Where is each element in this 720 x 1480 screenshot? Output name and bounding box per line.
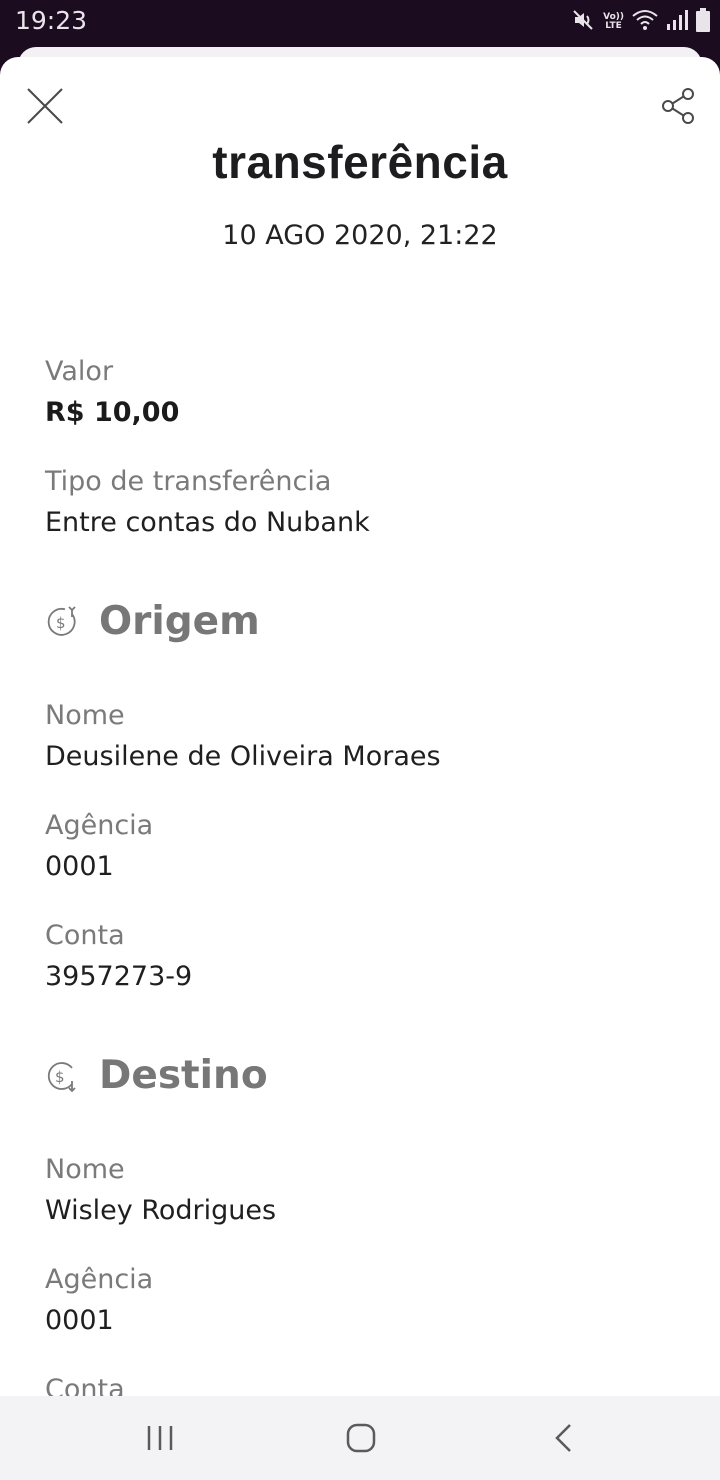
value-amount: R$ 10,00: [45, 397, 180, 428]
destination-account-label: Conta: [45, 1374, 125, 1396]
status-bar: 19:23 Vo)) LTE: [0, 0, 720, 48]
page-title: transferência: [212, 136, 508, 188]
destination-agency-value: 0001: [45, 1305, 114, 1336]
close-button[interactable]: [24, 85, 66, 127]
value-label: Valor: [45, 356, 114, 387]
wifi-icon: [632, 9, 658, 35]
svg-text:$: $: [56, 614, 66, 632]
share-icon: [662, 88, 694, 124]
signal-icon: [666, 9, 688, 35]
transfer-datetime: 10 AGO 2020, 21:22: [222, 220, 498, 251]
money-out-icon: $: [47, 605, 76, 636]
transfer-type-label: Tipo de transferência: [45, 466, 332, 497]
destination-agency-label: Agência: [45, 1264, 154, 1295]
close-icon: [27, 88, 63, 124]
destination-name-value: Wisley Rodrigues: [45, 1195, 277, 1226]
origin-agency-label: Agência: [45, 810, 154, 841]
lte-label: LTE: [605, 21, 622, 31]
volte-icon: Vo)) LTE: [603, 13, 624, 31]
origin-account-label: Conta: [45, 920, 125, 951]
origin-agency-value: 0001: [45, 851, 114, 882]
mute-icon: [571, 8, 595, 36]
origin-name-value: Deusilene de Oliveira Moraes: [45, 741, 441, 772]
transfer-type-value: Entre contas do Nubank: [45, 507, 370, 538]
home-icon: [346, 1423, 376, 1453]
battery-icon: [696, 8, 710, 36]
destination-title: Destino: [99, 1053, 268, 1098]
system-nav-bar: [0, 1396, 720, 1480]
transfer-receipt-sheet[interactable]: transferência 10 AGO 2020, 21:22 Valor R…: [0, 57, 720, 1396]
share-button[interactable]: [660, 87, 698, 125]
money-in-icon: $: [47, 1061, 76, 1092]
origin-title: Origem: [99, 599, 260, 644]
recents-icon: [147, 1426, 173, 1450]
back-icon: [555, 1424, 571, 1452]
status-icons: Vo)) LTE: [571, 8, 710, 36]
svg-text:$: $: [55, 1068, 65, 1086]
origin-section-header: $ Origem: [45, 599, 260, 644]
destination-name-label: Nome: [45, 1154, 125, 1185]
status-time: 19:23: [15, 6, 88, 35]
home-button[interactable]: [341, 1418, 381, 1458]
back-button[interactable]: [544, 1418, 584, 1458]
origin-account-value: 3957273-9: [45, 961, 193, 992]
destination-section-header: $ Destino: [45, 1053, 268, 1098]
origin-name-label: Nome: [45, 700, 125, 731]
recents-button[interactable]: [140, 1418, 180, 1458]
